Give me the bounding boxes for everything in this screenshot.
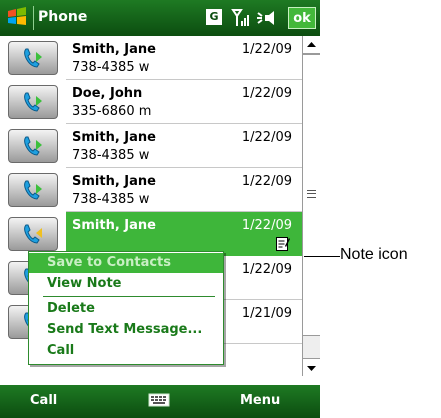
phone-outgoing-icon <box>24 48 42 68</box>
vertical-scrollbar[interactable] <box>302 36 320 376</box>
caller-name: Doe, John <box>72 86 143 101</box>
call-row-selected[interactable]: Smith, Jane 1/22/09 <box>0 212 302 256</box>
call-date: 1/22/09 <box>241 262 292 277</box>
gprs-indicator[interactable]: G <box>206 9 222 25</box>
menu-softkey[interactable]: Menu <box>240 393 280 408</box>
note-icon[interactable] <box>276 236 290 252</box>
caller-number: 738-4385 w <box>72 192 150 207</box>
arrow-up-icon <box>307 42 316 47</box>
caller-number: 335-6860 m <box>72 104 152 119</box>
call-row[interactable]: Smith, Jane 738-4385 w 1/22/09 <box>0 36 302 80</box>
scroll-up-button[interactable] <box>303 36 320 54</box>
windows-start-icon[interactable] <box>6 6 28 28</box>
callout-label: Note icon <box>340 246 408 263</box>
speaker-icon[interactable] <box>256 7 282 29</box>
menu-item-save-to-contacts[interactable]: Save to Contacts <box>29 253 223 273</box>
keyboard-icon[interactable] <box>148 392 170 408</box>
call-date: 1/22/09 <box>241 218 292 233</box>
caller-name: Smith, Jane <box>72 174 156 189</box>
phone-outgoing-icon <box>24 136 42 156</box>
arrow-down-icon <box>307 366 316 371</box>
call-row[interactable]: Smith, Jane 738-4385 w 1/22/09 <box>0 168 302 212</box>
call-row[interactable]: Smith, Jane 738-4385 w 1/22/09 <box>0 124 302 168</box>
phone-screen: Phone G ok Smith, Jane 738-4385 w 1/22/0… <box>0 0 320 418</box>
call-button[interactable] <box>8 129 58 163</box>
call-button[interactable] <box>8 217 58 251</box>
menu-bar: Call Menu <box>0 385 320 418</box>
phone-incoming-icon <box>24 224 42 244</box>
antenna-icon[interactable] <box>230 7 252 29</box>
call-softkey[interactable]: Call <box>30 393 57 408</box>
call-date: 1/22/09 <box>241 42 292 57</box>
call-date: 1/22/09 <box>241 130 292 145</box>
ok-button[interactable]: ok <box>288 7 316 29</box>
phone-outgoing-icon <box>24 180 42 200</box>
menu-item-call[interactable]: Call <box>29 341 223 361</box>
caller-name: Smith, Jane <box>72 218 156 233</box>
title-bar: Phone G ok <box>0 0 320 36</box>
call-button[interactable] <box>8 85 58 119</box>
menu-item-send-text-message[interactable]: Send Text Message... <box>29 320 223 340</box>
caller-number: 738-4385 w <box>72 60 150 75</box>
call-button[interactable] <box>8 41 58 75</box>
scroll-down-button[interactable] <box>303 358 320 376</box>
scroll-thumb[interactable] <box>303 54 320 336</box>
call-date: 1/21/09 <box>241 306 292 321</box>
grip-icon <box>307 190 316 198</box>
title-separator <box>33 6 34 30</box>
context-menu: Save to Contacts View Note Delete Send T… <box>28 251 224 365</box>
menu-item-delete[interactable]: Delete <box>29 299 223 319</box>
call-row[interactable]: Doe, John 335-6860 m 1/22/09 <box>0 80 302 124</box>
call-date: 1/22/09 <box>241 174 292 189</box>
phone-outgoing-icon <box>24 92 42 112</box>
caller-name: Smith, Jane <box>72 130 156 145</box>
call-date: 1/22/09 <box>241 86 292 101</box>
call-button[interactable] <box>8 173 58 207</box>
caller-name: Smith, Jane <box>72 42 156 57</box>
app-title: Phone <box>38 9 88 25</box>
menu-item-view-note[interactable]: View Note <box>29 274 223 294</box>
callout-leader-line <box>304 256 340 257</box>
caller-number: 738-4385 w <box>72 148 150 163</box>
menu-separator <box>43 296 215 297</box>
